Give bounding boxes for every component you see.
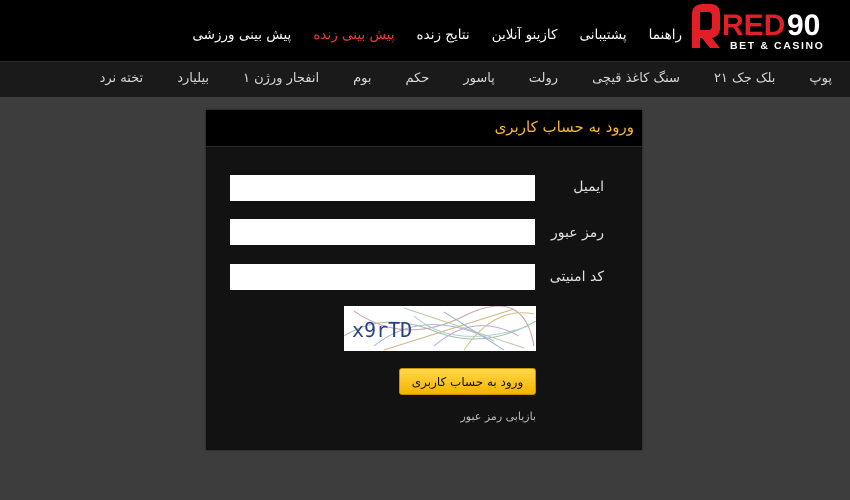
games-nav: تخته نرد بیلیارد انفجار ورژن ۱ بوم حکم پ… — [100, 71, 832, 86]
game-pop[interactable]: پوپ — [809, 71, 832, 86]
nav-live-results[interactable]: نتایج زنده — [417, 26, 470, 44]
login-panel-header: ورود به حساب کاربری — [206, 110, 642, 147]
forgot-password-link[interactable]: بازیابی رمز عبور — [460, 410, 536, 423]
password-field[interactable] — [230, 219, 535, 245]
site-header: RED 90 BET & CASINO پیش بینی ورزشی پیش ب… — [0, 0, 850, 61]
game-backgammon[interactable]: تخته نرد — [100, 71, 144, 86]
nav-live-betting[interactable]: پیش بینی زنده — [313, 26, 394, 44]
security-code-field[interactable] — [230, 264, 535, 290]
game-crash-v1[interactable]: انفجار ورژن ۱ — [243, 71, 319, 86]
nav-sports-betting[interactable]: پیش بینی ورزشی — [192, 26, 291, 44]
login-panel: ورود به حساب کاربری ایمیل رمز عبور کد ام… — [206, 110, 642, 450]
game-blackjack[interactable]: بلک جک ۲۱ — [714, 71, 775, 86]
game-pasur[interactable]: پاسور — [463, 71, 494, 86]
nav-support[interactable]: پشتیبانی — [579, 26, 626, 44]
red-shield-logo-icon: RED 90 BET & CASINO — [692, 4, 824, 52]
password-label: رمز عبور — [550, 225, 604, 241]
games-bar: تخته نرد بیلیارد انفجار ورژن ۱ بوم حکم پ… — [0, 61, 850, 97]
logo-number-text: 90 — [787, 9, 820, 42]
email-field[interactable] — [230, 175, 535, 201]
nav-online-casino[interactable]: کازینو آنلاین — [492, 26, 558, 44]
game-roulette[interactable]: رولت — [529, 71, 558, 86]
nav-help[interactable]: راهنما — [649, 26, 682, 44]
login-title: ورود به حساب کاربری — [494, 118, 634, 136]
captcha-image: x9rTD — [344, 306, 536, 351]
email-label: ایمیل — [573, 179, 604, 195]
game-rock-paper-scissors[interactable]: سنگ کاغذ قیچی — [592, 71, 680, 86]
game-boom[interactable]: بوم — [353, 71, 371, 86]
captcha-text: x9rTD — [352, 318, 413, 342]
game-billiards[interactable]: بیلیارد — [177, 71, 209, 86]
logo-brand-text: RED — [722, 9, 785, 42]
site-logo[interactable]: RED 90 BET & CASINO — [690, 2, 846, 52]
game-hokm[interactable]: حکم — [405, 71, 429, 86]
logo-tagline: BET & CASINO — [730, 40, 824, 52]
login-submit-button[interactable]: ورود به حساب کاربری — [399, 368, 536, 395]
security-code-label: کد امنیتی — [549, 269, 604, 285]
main-nav: پیش بینی ورزشی پیش بینی زنده نتایج زنده … — [192, 26, 682, 44]
